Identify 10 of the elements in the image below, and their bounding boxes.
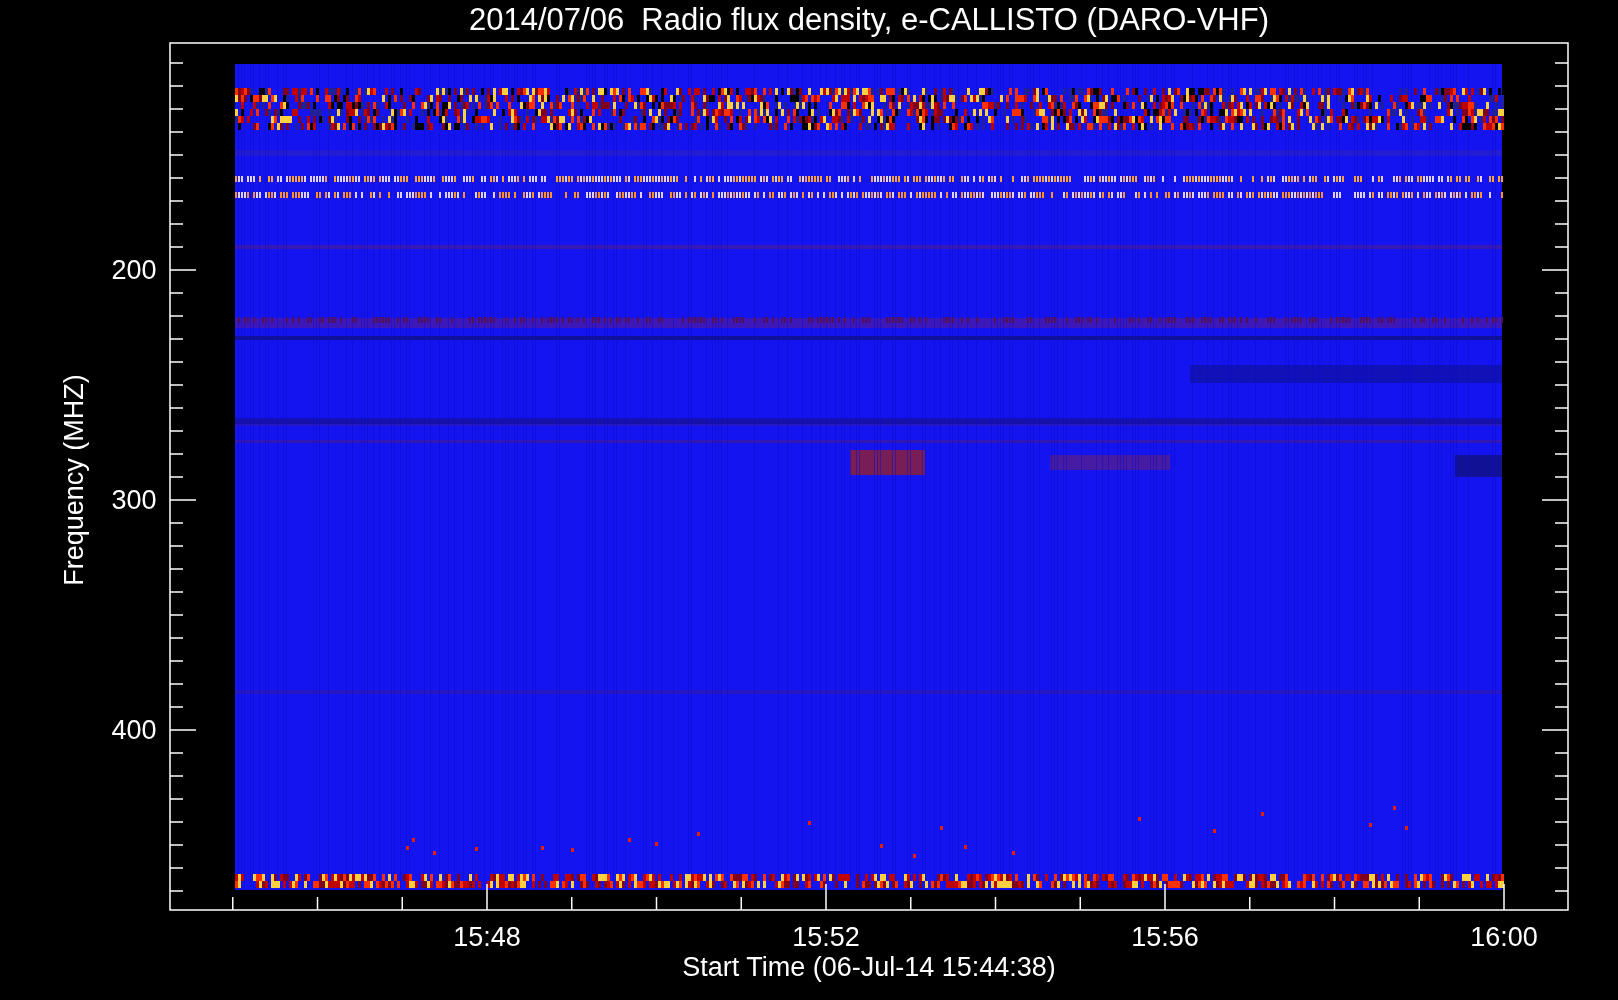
x-tick-label: 15:56 (1131, 922, 1199, 952)
x-tick-label: 15:48 (453, 922, 521, 952)
y-axis-title: Frequency (MHZ) (59, 374, 89, 586)
y-tick-label: 200 (111, 255, 157, 285)
y-tick-label: 400 (111, 715, 157, 745)
x-tick-label: 16:00 (1470, 922, 1538, 952)
y-tick-label: 300 (111, 485, 157, 515)
chart-title: 2014/07/06 Radio flux density, e-CALLISTO (DARO-VHF) (469, 2, 1269, 37)
x-axis-title: Start Time (06-Jul-14 15:44:38) (682, 952, 1056, 982)
x-tick-label: 15:52 (792, 922, 860, 952)
